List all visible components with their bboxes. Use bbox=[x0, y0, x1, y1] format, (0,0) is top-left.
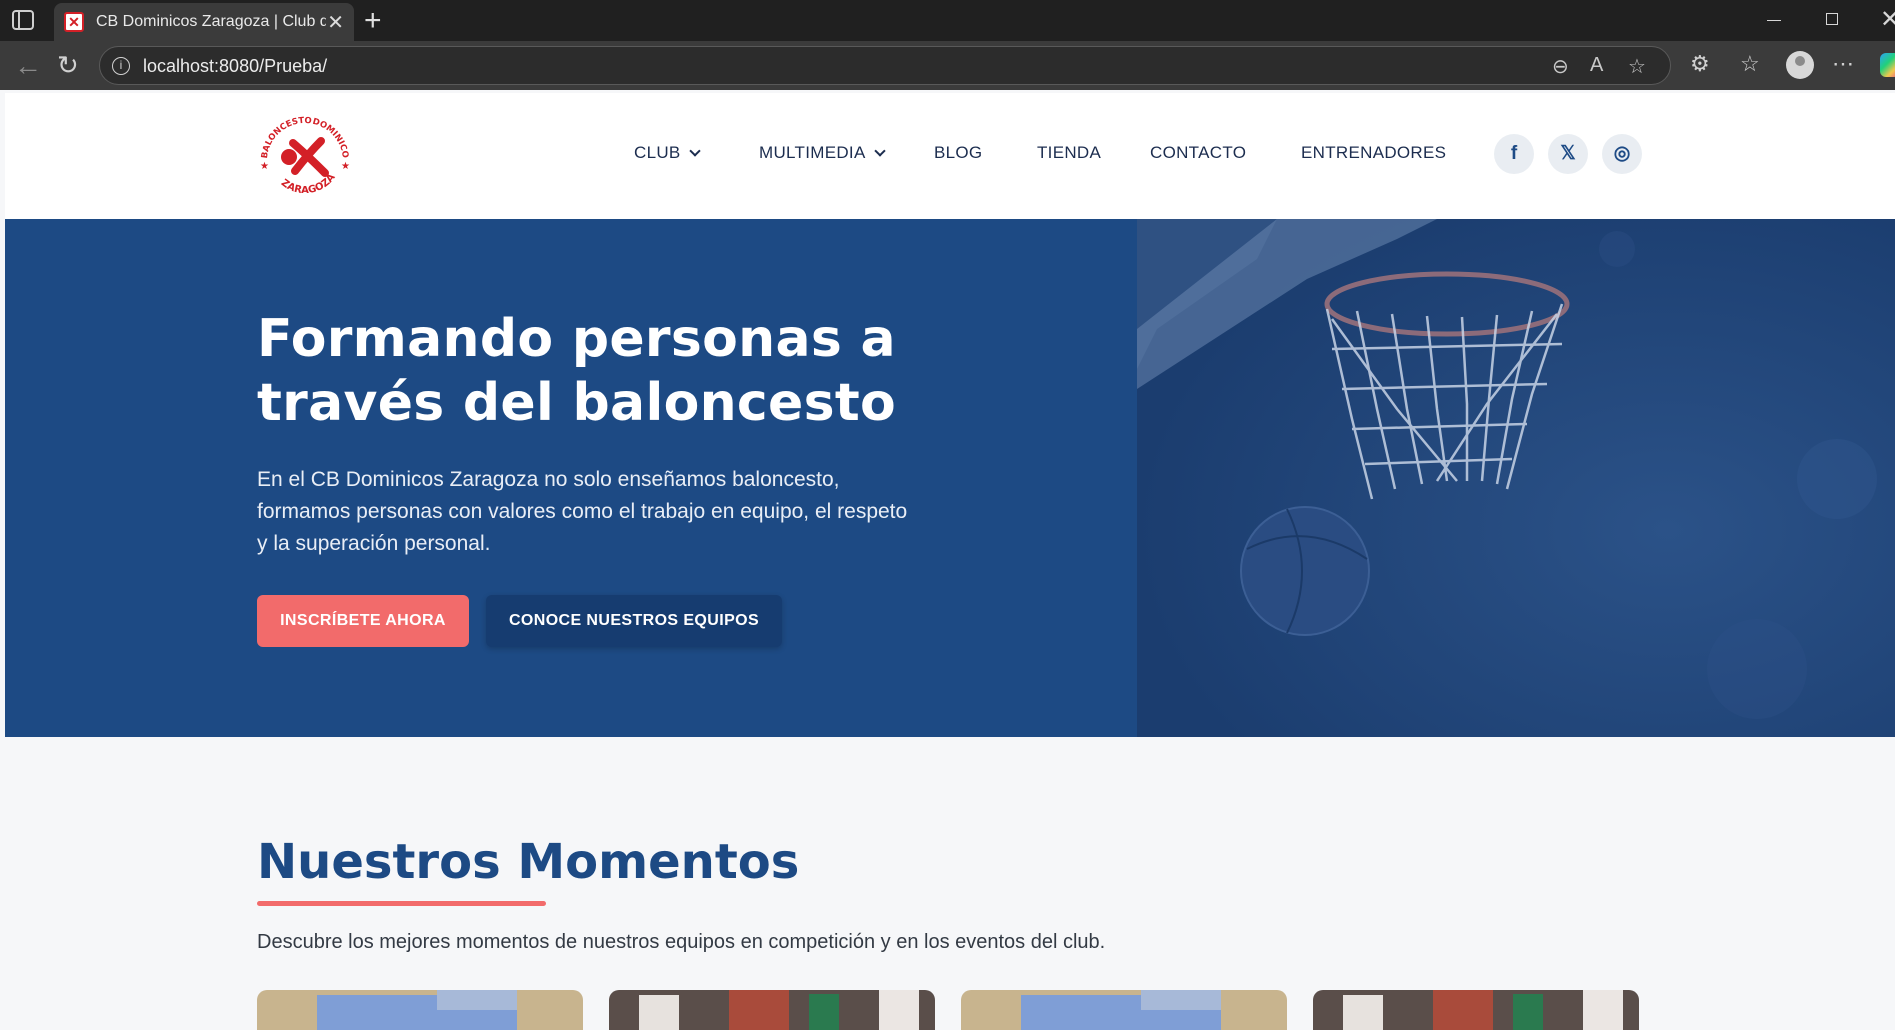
club-logo[interactable]: BALONCESTO DOMINICOS ZARAGOZA ★ ★ bbox=[252, 104, 355, 201]
extensions-icon[interactable]: ⚙ bbox=[1690, 51, 1710, 77]
site-header: BALONCESTO DOMINICOS ZARAGOZA ★ ★ CLUB M… bbox=[5, 93, 1895, 219]
hero-title: Formando personas a través del baloncest… bbox=[257, 309, 897, 433]
sidebar-toggle-icon[interactable] bbox=[12, 10, 34, 30]
title-underline bbox=[257, 901, 546, 906]
gallery-photo[interactable] bbox=[609, 990, 935, 1030]
svg-text:ZARAGOZA: ZARAGOZA bbox=[279, 172, 338, 196]
minimize-icon[interactable] bbox=[1767, 20, 1781, 21]
read-aloud-icon[interactable]: A bbox=[1590, 54, 1603, 77]
favorites-icon[interactable]: ☆ bbox=[1740, 51, 1760, 77]
hero-basketball-image bbox=[1137, 219, 1895, 737]
zoom-icon[interactable]: ⊖ bbox=[1552, 54, 1569, 79]
hero-subtitle: En el CB Dominicos Zaragoza no solo ense… bbox=[257, 468, 908, 555]
moments-title: Nuestros Momentos bbox=[257, 834, 800, 890]
back-icon[interactable]: ← bbox=[14, 50, 42, 82]
more-menu-icon[interactable]: ⋯ bbox=[1832, 51, 1854, 77]
nav-contacto[interactable]: CONTACTO bbox=[1150, 143, 1246, 163]
gallery-photo[interactable] bbox=[1313, 990, 1639, 1030]
browser-tabbar: ✕ CB Dominicos Zaragoza | Club de ✕ + ✕ bbox=[0, 0, 1895, 41]
gallery-photo[interactable] bbox=[961, 990, 1287, 1030]
svg-text:★: ★ bbox=[341, 161, 350, 172]
tab-close-icon[interactable]: ✕ bbox=[327, 10, 344, 35]
nav-blog[interactable]: BLOG bbox=[934, 143, 982, 163]
our-teams-button[interactable]: CONOCE NUESTROS EQUIPOS bbox=[486, 595, 782, 647]
favorite-star-icon[interactable]: ☆ bbox=[1628, 54, 1646, 79]
facebook-icon[interactable]: f bbox=[1494, 134, 1534, 174]
hero-section: Formando personas a través del baloncest… bbox=[5, 219, 1895, 737]
chevron-down-icon bbox=[688, 145, 701, 157]
url-text[interactable]: localhost:8080/Prueba/ bbox=[143, 56, 327, 77]
profile-avatar[interactable] bbox=[1786, 51, 1814, 79]
nav-entrenadores[interactable]: ENTRENADORES bbox=[1301, 143, 1446, 163]
maximize-icon[interactable] bbox=[1826, 13, 1838, 25]
svg-text:★: ★ bbox=[260, 161, 269, 172]
nav-club-label: CLUB bbox=[634, 143, 681, 162]
instagram-icon[interactable]: ◎ bbox=[1602, 134, 1642, 174]
browser-tab[interactable]: ✕ CB Dominicos Zaragoza | Club de ✕ bbox=[54, 3, 354, 41]
favicon-icon: ✕ bbox=[64, 12, 84, 32]
window-close-icon[interactable]: ✕ bbox=[1880, 5, 1895, 34]
x-twitter-icon[interactable]: 𝕏 bbox=[1548, 134, 1588, 174]
site-info-icon[interactable]: i bbox=[112, 57, 130, 75]
copilot-icon[interactable] bbox=[1880, 53, 1895, 77]
gallery-photo[interactable] bbox=[257, 990, 583, 1030]
new-tab-icon[interactable]: + bbox=[364, 4, 382, 38]
nav-tienda[interactable]: TIENDA bbox=[1037, 143, 1101, 163]
chevron-down-icon bbox=[873, 145, 886, 157]
nav-multimedia-label: MULTIMEDIA bbox=[759, 143, 866, 162]
logo-text-bottom: ZARAGOZA bbox=[279, 172, 338, 196]
nav-club[interactable]: CLUB bbox=[634, 143, 701, 163]
reload-icon[interactable]: ↻ bbox=[57, 50, 79, 81]
nav-multimedia[interactable]: MULTIMEDIA bbox=[759, 143, 886, 163]
register-now-button[interactable]: INSCRÍBETE AHORA bbox=[257, 595, 469, 647]
browser-toolbar: ← ↻ i localhost:8080/Prueba/ ⊖ A ☆ ⚙ ☆ ⋯ bbox=[0, 41, 1895, 90]
moments-description: Descubre los mejores momentos de nuestro… bbox=[257, 931, 1106, 953]
address-bar[interactable]: i localhost:8080/Prueba/ ⊖ A ☆ bbox=[99, 46, 1671, 85]
tab-title: CB Dominicos Zaragoza | Club de bbox=[96, 13, 326, 30]
